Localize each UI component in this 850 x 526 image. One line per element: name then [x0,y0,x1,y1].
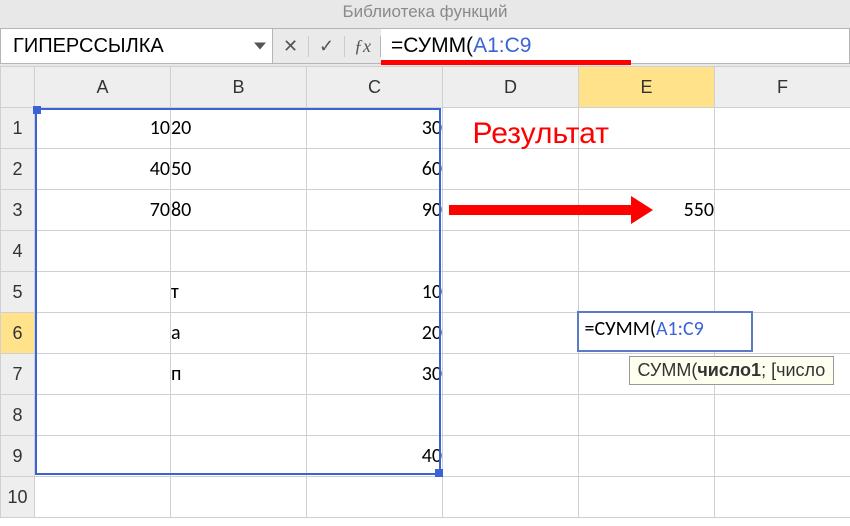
editing-cell[interactable]: =СУММ(A1:C9 [577,311,753,352]
cell-D5[interactable] [443,272,579,313]
chevron-down-icon[interactable] [254,43,266,50]
cell-E5[interactable] [579,272,715,313]
cell-D4[interactable] [443,231,579,272]
cell-C3[interactable]: 90 [307,190,443,231]
row-header-8[interactable]: 8 [1,395,35,436]
cell-D10[interactable] [443,477,579,518]
cell-A5[interactable] [35,272,171,313]
column-header-F[interactable]: F [715,67,850,108]
row-header-4[interactable]: 4 [1,231,35,272]
name-box[interactable]: ГИПЕРССЫЛКА [1,29,273,63]
cell-B4[interactable] [171,231,307,272]
cell-E10[interactable] [579,477,715,518]
cell-E1[interactable] [579,108,715,149]
formula-text-prefix: =СУММ( [391,34,473,58]
editing-prefix: =СУММ( [585,317,656,341]
cell-B7[interactable]: п [171,354,307,395]
cell-E3[interactable]: 550 [579,190,715,231]
check-icon: ✓ [319,36,334,57]
cell-B8[interactable] [171,395,307,436]
cell-F9[interactable] [715,436,850,477]
column-header-D[interactable]: D [443,67,579,108]
cell-F5[interactable] [715,272,850,313]
cell-A7[interactable] [35,354,171,395]
cell-D8[interactable] [443,395,579,436]
editing-ref: A1:C9 [656,317,704,341]
cell-A4[interactable] [35,231,171,272]
cell-F4[interactable] [715,231,850,272]
cell-C4[interactable] [307,231,443,272]
row-header-9[interactable]: 9 [1,436,35,477]
cell-D2[interactable] [443,149,579,190]
annotation-underline [381,60,631,65]
cell-A10[interactable] [35,477,171,518]
cell-E4[interactable] [579,231,715,272]
cell-C6[interactable]: 20 [307,313,443,354]
cell-F8[interactable] [715,395,850,436]
cell-C10[interactable] [307,477,443,518]
cell-B3[interactable]: 80 [171,190,307,231]
row-header-1[interactable]: 1 [1,108,35,149]
cell-A8[interactable] [35,395,171,436]
fx-icon: ƒx [354,36,371,57]
row-header-7[interactable]: 7 [1,354,35,395]
cell-B9[interactable] [171,436,307,477]
cell-B1[interactable]: 20 [171,108,307,149]
cell-F1[interactable] [715,108,850,149]
cell-C1[interactable]: 30 [307,108,443,149]
spreadsheet-grid[interactable]: ABCDEF11020302405060370809055045т106а207… [0,66,850,526]
enter-button[interactable]: ✓ [309,36,345,57]
cell-B2[interactable]: 50 [171,149,307,190]
cell-C7[interactable]: 30 [307,354,443,395]
formula-bar-buttons: ✕ ✓ ƒx [273,29,381,63]
cell-A3[interactable]: 70 [35,190,171,231]
cell-C2[interactable]: 60 [307,149,443,190]
cell-D3[interactable] [443,190,579,231]
cell-C8[interactable] [307,395,443,436]
function-tooltip: СУММ(число1; [число [629,356,835,385]
cell-B10[interactable] [171,477,307,518]
formula-input[interactable]: =СУММ(A1:C9 [381,29,849,63]
cell-B5[interactable]: т [171,272,307,313]
cell-A9[interactable] [35,436,171,477]
column-header-C[interactable]: C [307,67,443,108]
cell-B6[interactable]: а [171,313,307,354]
row-header-10[interactable]: 10 [1,477,35,518]
cancel-button[interactable]: ✕ [273,36,309,57]
close-icon: ✕ [283,36,298,57]
cell-D1[interactable] [443,108,579,149]
column-header-B[interactable]: B [171,67,307,108]
cell-A6[interactable] [35,313,171,354]
name-box-value: ГИПЕРССЫЛКА [13,35,164,58]
cell-F3[interactable] [715,190,850,231]
select-all-corner[interactable] [1,67,35,108]
column-header-A[interactable]: A [35,67,171,108]
cell-D7[interactable] [443,354,579,395]
row-header-6[interactable]: 6 [1,313,35,354]
cell-D9[interactable] [443,436,579,477]
insert-function-button[interactable]: ƒx [345,36,381,57]
column-header-E[interactable]: E [579,67,715,108]
row-header-2[interactable]: 2 [1,149,35,190]
ribbon-tab-library: Библиотека функций [0,2,850,22]
cell-E2[interactable] [579,149,715,190]
cell-F2[interactable] [715,149,850,190]
formula-bar: ГИПЕРССЫЛКА ✕ ✓ ƒx =СУММ(A1:C9 [0,28,850,64]
cell-D6[interactable] [443,313,579,354]
cell-E8[interactable] [579,395,715,436]
cell-C5[interactable]: 10 [307,272,443,313]
cell-A2[interactable]: 40 [35,149,171,190]
cell-C9[interactable]: 40 [307,436,443,477]
row-header-3[interactable]: 3 [1,190,35,231]
formula-text-ref: A1:C9 [473,34,531,58]
cell-A1[interactable]: 10 [35,108,171,149]
row-header-5[interactable]: 5 [1,272,35,313]
cell-E9[interactable] [579,436,715,477]
cell-F10[interactable] [715,477,850,518]
